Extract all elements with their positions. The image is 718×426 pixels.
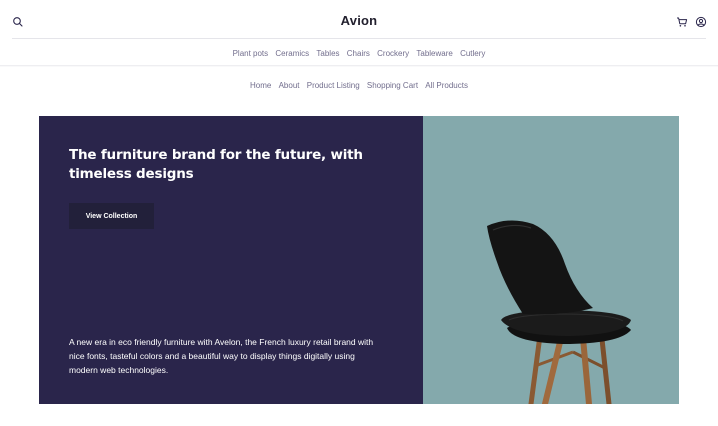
hero-title: The furniture brand for the future, with… <box>69 147 363 182</box>
nav-link-shopping-cart[interactable]: Shopping Cart <box>367 81 418 90</box>
category-link-tables[interactable]: Tables <box>316 49 339 58</box>
cart-icon[interactable] <box>676 15 688 27</box>
category-link-crockery[interactable]: Crockery <box>377 49 409 58</box>
user-icon[interactable] <box>695 15 707 28</box>
hero-image-panel <box>423 116 679 404</box>
category-link-tableware[interactable]: Tableware <box>416 49 452 58</box>
nav-divider <box>0 65 718 67</box>
nav-link-about[interactable]: About <box>279 81 300 90</box>
category-link-chairs[interactable]: Chairs <box>347 49 370 58</box>
nav-link-home[interactable]: Home <box>250 81 271 90</box>
site-header: Avion <box>0 0 718 38</box>
category-link-ceramics[interactable]: Ceramics <box>275 49 309 58</box>
hero-section: The furniture brand for the future, with… <box>39 116 679 404</box>
page-nav: Home About Product Listing Shopping Cart… <box>0 81 718 90</box>
category-link-cutlery[interactable]: Cutlery <box>460 49 485 58</box>
hero-description: A new era in eco friendly furniture with… <box>69 337 374 375</box>
nav-link-all-products[interactable]: All Products <box>425 81 468 90</box>
hero-content-panel: The furniture brand for the future, with… <box>39 116 423 404</box>
chair-image <box>487 220 631 404</box>
view-collection-button[interactable]: View Collection <box>69 203 154 229</box>
brand-logo[interactable]: Avion <box>0 13 718 28</box>
category-nav: Plant pots Ceramics Tables Chairs Crocke… <box>0 49 718 58</box>
nav-link-product-listing[interactable]: Product Listing <box>307 81 360 90</box>
category-link-plant-pots[interactable]: Plant pots <box>233 49 269 58</box>
header-divider <box>12 38 706 39</box>
